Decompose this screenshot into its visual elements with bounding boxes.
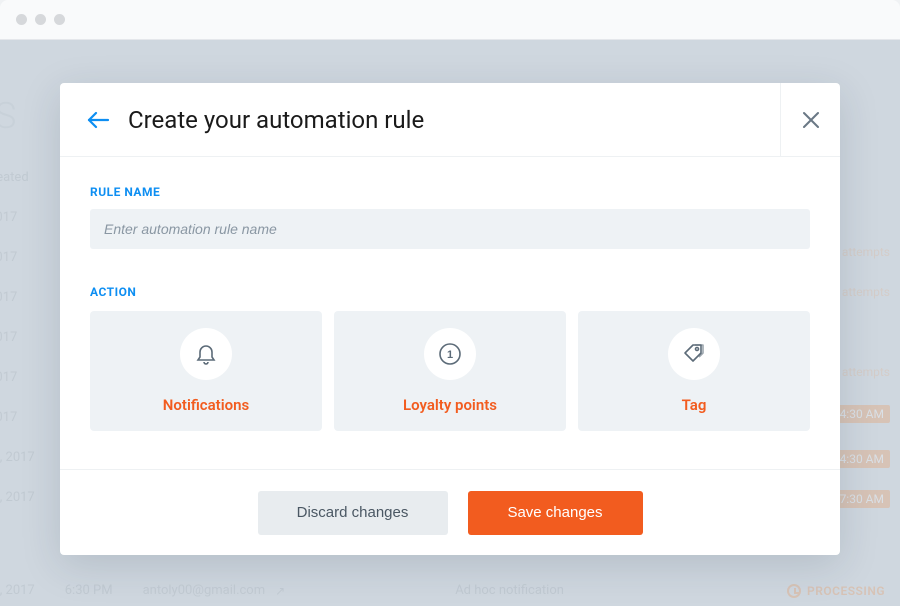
rule-name-label: RULE NAME [90, 185, 810, 199]
back-button[interactable] [86, 108, 110, 132]
action-cards-row: Notifications 1 Loyalty points [90, 311, 810, 431]
action-card-tag[interactable]: Tag [578, 311, 810, 431]
window-dot [16, 14, 27, 25]
action-card-label: Loyalty points [403, 396, 497, 414]
close-button[interactable] [780, 83, 840, 156]
modal-footer: Discard changes Save changes [60, 469, 840, 555]
browser-chrome [0, 0, 900, 40]
icon-circle [668, 328, 720, 380]
coin-one-icon: 1 [437, 341, 463, 367]
discard-button[interactable]: Discard changes [258, 491, 448, 535]
arrow-left-icon [86, 110, 110, 130]
svg-text:1: 1 [447, 349, 453, 361]
save-button[interactable]: Save changes [468, 491, 643, 535]
modal-body: RULE NAME ACTION Notifications 1 [60, 157, 840, 469]
action-card-notifications[interactable]: Notifications [90, 311, 322, 431]
action-card-loyalty-points[interactable]: 1 Loyalty points [334, 311, 566, 431]
icon-circle: 1 [424, 328, 476, 380]
bell-icon [195, 342, 217, 366]
rule-name-input[interactable] [90, 209, 810, 249]
action-card-label: Tag [682, 396, 707, 414]
modal-title-wrap: Create your automation rule [60, 106, 780, 134]
modal-title: Create your automation rule [128, 106, 424, 134]
icon-circle [180, 328, 232, 380]
action-label: ACTION [90, 285, 810, 299]
modal-header: Create your automation rule [60, 83, 840, 157]
tag-icon [681, 341, 707, 367]
create-automation-rule-modal: Create your automation rule RULE NAME AC… [60, 83, 840, 555]
window-dot [35, 14, 46, 25]
window-dot [54, 14, 65, 25]
action-card-label: Notifications [163, 396, 249, 414]
close-icon [802, 111, 820, 129]
